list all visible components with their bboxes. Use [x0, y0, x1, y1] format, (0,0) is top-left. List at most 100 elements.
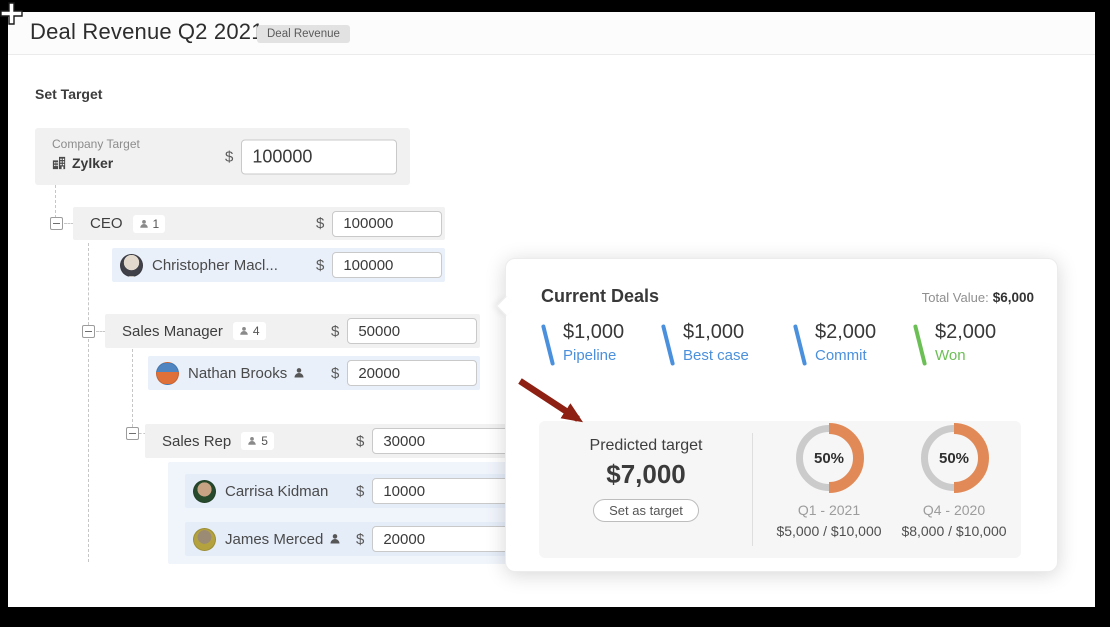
total-value-amount: $6,000: [993, 290, 1034, 305]
page-title-text: Deal Revenue: [30, 19, 172, 44]
member-count-badge: 1: [133, 215, 166, 233]
panel-divider: [752, 433, 753, 546]
currency-symbol: $: [356, 483, 364, 500]
member-count: 5: [261, 434, 268, 448]
stat-line: [793, 324, 807, 366]
user-row-christopher[interactable]: Christopher Macl... $: [112, 248, 445, 282]
collapse-toggle-sales-rep[interactable]: [126, 427, 139, 440]
stat-label: Best case: [683, 347, 749, 364]
user-name: Carrisa Kidman: [225, 483, 328, 500]
stat-label: Won: [935, 347, 996, 364]
user-row-james[interactable]: James Merced $: [185, 522, 523, 556]
current-deals-popup: Current Deals Total Value: $6,000 $1,000 …: [505, 258, 1058, 572]
stat-value: $1,000: [683, 321, 749, 344]
avatar: [156, 362, 179, 385]
member-count: 1: [153, 217, 160, 231]
currency-symbol: $: [356, 531, 364, 548]
stat-value: $1,000: [563, 321, 624, 344]
deal-revenue-badge: Deal Revenue: [257, 25, 350, 43]
user-row-carrisa[interactable]: Carrisa Kidman $: [185, 474, 523, 508]
popup-tail: [496, 296, 516, 316]
predicted-target-value: $7,000: [539, 459, 753, 490]
sales-manager-target-input[interactable]: [347, 318, 477, 344]
tree-connector: [88, 339, 89, 562]
stat-line: [541, 324, 555, 366]
total-value-label: Total Value:: [922, 290, 989, 305]
tree-connector: [132, 349, 133, 427]
currency-symbol: $: [225, 148, 233, 165]
period-label: Q2 2021: [178, 19, 264, 44]
stat-value: $2,000: [815, 321, 876, 344]
user-icon: [329, 533, 341, 545]
predicted-target-panel: Predicted target $7,000 Set as target 50…: [539, 421, 1021, 558]
ceo-target-input[interactable]: [332, 211, 442, 237]
move-cursor-icon: [0, 2, 24, 28]
minus-icon: [129, 433, 136, 434]
popup-title: Current Deals: [541, 286, 659, 307]
person-icon: [139, 219, 149, 229]
role-row-sales-manager[interactable]: Sales Manager 4 $: [105, 314, 480, 348]
screenshot-frame: Deal RevenueQ2 2021 Deal Revenue Set Tar…: [0, 0, 1110, 627]
james-target-input[interactable]: [372, 526, 514, 552]
user-name: James Merced: [225, 531, 323, 548]
stat-line: [913, 324, 927, 366]
avatar: [120, 254, 143, 277]
gauge-percent: 50%: [814, 450, 844, 467]
collapse-toggle-sales-manager[interactable]: [82, 325, 95, 338]
currency-symbol: $: [316, 215, 324, 232]
currency-symbol: $: [331, 323, 339, 340]
christopher-target-input[interactable]: [332, 252, 442, 278]
person-icon: [247, 436, 257, 446]
currency-symbol: $: [331, 365, 339, 382]
role-label: Sales Rep: [162, 433, 231, 450]
stat-best-case: $1,000 Best case: [666, 321, 749, 366]
role-label: Sales Manager: [122, 323, 223, 340]
stat-value: $2,000: [935, 321, 996, 344]
company-target-label: Company Target: [52, 137, 140, 151]
stat-pipeline: $1,000 Pipeline: [546, 321, 624, 366]
user-name: Christopher Macl...: [152, 257, 278, 274]
currency-symbol: $: [356, 433, 364, 450]
predicted-target-label: Predicted target: [539, 437, 753, 455]
currency-symbol: $: [316, 257, 324, 274]
company-target-input[interactable]: [241, 139, 397, 174]
company-target-card: Company Target Zylker $: [35, 128, 410, 185]
set-target-heading: Set Target: [35, 86, 102, 102]
avatar: [193, 480, 216, 503]
gauge-amounts: $8,000 / $10,000: [879, 523, 1029, 539]
role-row-ceo[interactable]: CEO 1 $: [73, 207, 445, 240]
stat-label: Commit: [815, 347, 876, 364]
member-count-badge: 5: [241, 432, 274, 450]
nathan-target-input[interactable]: [347, 360, 477, 386]
page-title: Deal RevenueQ2 2021: [30, 19, 264, 45]
tree-connector: [55, 185, 56, 218]
stat-line: [661, 324, 675, 366]
stat-commit: $2,000 Commit: [798, 321, 876, 366]
gauge-percent: 50%: [939, 450, 969, 467]
app-window: Deal RevenueQ2 2021 Deal Revenue Set Tar…: [8, 12, 1095, 607]
member-count: 4: [253, 324, 260, 338]
stat-label: Pipeline: [563, 347, 624, 364]
company-name: Zylker: [72, 155, 113, 171]
person-icon: [239, 326, 249, 336]
user-icon: [293, 367, 305, 379]
minus-icon: [53, 223, 60, 224]
gauge-q1-2021: 50%: [791, 420, 867, 496]
minus-icon: [85, 331, 92, 332]
tree-connector: [88, 243, 89, 325]
set-as-target-button[interactable]: Set as target: [593, 499, 699, 522]
role-row-sales-rep[interactable]: Sales Rep 5 $: [145, 424, 523, 458]
sales-rep-target-input[interactable]: [372, 428, 514, 454]
total-value: Total Value: $6,000: [922, 290, 1034, 305]
user-row-nathan[interactable]: Nathan Brooks $: [148, 356, 480, 390]
gauge-quarter-label: Q4 - 2020: [879, 502, 1029, 518]
member-count-badge: 4: [233, 322, 266, 340]
avatar: [193, 528, 216, 551]
role-label: CEO: [90, 215, 123, 232]
carrisa-target-input[interactable]: [372, 478, 514, 504]
gauge-caption-q4: Q4 - 2020 $8,000 / $10,000: [879, 502, 1029, 539]
collapse-toggle-ceo[interactable]: [50, 217, 63, 230]
company-icon: [52, 156, 66, 170]
stat-won: $2,000 Won: [918, 321, 996, 366]
user-name: Nathan Brooks: [188, 365, 287, 382]
